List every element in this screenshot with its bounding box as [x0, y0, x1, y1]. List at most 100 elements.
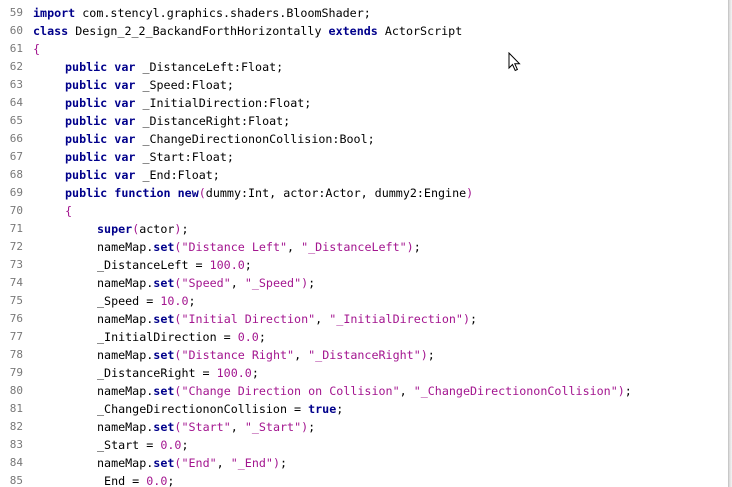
code-token: ;	[188, 294, 196, 308]
keyword-token: set	[153, 384, 175, 398]
code-line[interactable]: 59 import com.stencyl.graphics.shaders.Bl…	[0, 4, 728, 22]
code-line[interactable]: 67 public var _Start:Float;	[0, 148, 728, 166]
code-token: _InitialDirection =	[97, 330, 238, 344]
string-token: "End"	[181, 456, 217, 470]
code-line[interactable]: 74 nameMap.set("Speed", "_Speed");	[0, 274, 728, 292]
code-text: nameMap.set("Distance Right", "_Distance…	[97, 346, 435, 364]
code-text: public var _Speed:Float;	[65, 76, 234, 94]
string-token: "Change Direction on Collision"	[181, 384, 400, 398]
code-token: _Speed =	[97, 294, 161, 308]
keyword-token: public	[65, 96, 108, 110]
string-token: "_End"	[230, 456, 273, 470]
line-number: 59	[9, 6, 23, 19]
keyword-token: public	[65, 60, 108, 74]
code-token: _InitialDirection:Float;	[135, 96, 312, 110]
number-token: 0.0	[146, 474, 168, 487]
code-token: Design_2_2_BackandForthHorizontally	[68, 24, 329, 38]
code-token: ;	[167, 474, 175, 487]
string-token: "_Speed"	[244, 276, 302, 290]
code-text: _DistanceLeft = 100.0;	[97, 256, 252, 274]
keyword-token: set	[153, 276, 175, 290]
code-token: ;	[258, 330, 266, 344]
code-token: ,	[294, 348, 309, 362]
code-token: nameMap.	[97, 348, 154, 362]
code-token: nameMap.	[97, 240, 154, 254]
string-token: "_ChangeDirectiononCollision"	[413, 384, 618, 398]
code-token: ;	[181, 222, 189, 236]
code-line[interactable]: 72 nameMap.set("Distance Left", "_Distanc…	[0, 238, 728, 256]
code-line[interactable]: 61 {	[0, 40, 728, 58]
code-text: _InitialDirection = 0.0;	[97, 328, 266, 346]
string-token: "_DistanceLeft"	[301, 240, 407, 254]
code-token: ,	[287, 240, 302, 254]
code-token: _DistanceLeft:Float;	[135, 60, 284, 74]
code-editor[interactable]: 59 import com.stencyl.graphics.shaders.Bl…	[0, 4, 728, 487]
bracket-token: )	[617, 384, 625, 398]
code-text: _ChangeDirectiononCollision = true;	[97, 400, 343, 418]
code-line[interactable]: 65 public var _DistanceRight:Float;	[0, 112, 728, 130]
code-line[interactable]: 78 nameMap.set("Distance Right", "_Distan…	[0, 346, 728, 364]
keyword-token: public	[65, 168, 108, 182]
code-token: _DistanceRight:Float;	[135, 114, 291, 128]
code-token: ;	[413, 240, 421, 254]
code-token: ;	[470, 312, 478, 326]
code-line[interactable]: 63 public var _Speed:Float;	[0, 76, 728, 94]
code-line[interactable]: 75 _Speed = 10.0;	[0, 292, 728, 310]
keyword-token: super	[97, 222, 133, 236]
code-line[interactable]: 77 _InitialDirection = 0.0;	[0, 328, 728, 346]
code-line[interactable]: 82 nameMap.set("Start", "_Start");	[0, 418, 728, 436]
bracket-token: )	[272, 456, 281, 470]
code-token: nameMap.	[97, 312, 154, 326]
code-token: ;	[427, 348, 435, 362]
line-number: 68	[9, 168, 23, 181]
code-line[interactable]: 80 nameMap.set("Change Direction on Colli…	[0, 382, 728, 400]
line-number: 77	[9, 330, 23, 343]
code-text: class Design_2_2_BackandForthHorizontall…	[33, 22, 462, 40]
code-line[interactable]: 66 public var _ChangeDirectiononCollision…	[0, 130, 728, 148]
keyword-token: var	[114, 78, 136, 92]
code-token: ,	[230, 420, 245, 434]
keyword-token: class	[33, 24, 69, 38]
keyword-token: set	[153, 348, 175, 362]
keyword-token: set	[153, 420, 175, 434]
code-token: _DistanceRight =	[97, 366, 217, 380]
code-line[interactable]: 68 public var _End:Float;	[0, 166, 728, 184]
code-text: nameMap.set("Distance Left", "_DistanceL…	[97, 238, 421, 256]
string-token: "Start"	[181, 420, 231, 434]
code-token: _Start =	[97, 438, 161, 452]
number-token: 0.0	[160, 438, 182, 452]
keyword-token: function	[114, 186, 171, 200]
line-number: 71	[9, 222, 23, 235]
code-line[interactable]: 71 super(actor);	[0, 220, 728, 238]
string-token: "_InitialDirection"	[329, 312, 463, 326]
code-line[interactable]: 83 _Start = 0.0;	[0, 436, 728, 454]
code-text: public var _ChangeDirectiononCollision:B…	[65, 130, 375, 148]
code-text: public var _DistanceLeft:Float;	[65, 58, 283, 76]
string-token: "Distance Left"	[181, 240, 288, 254]
code-text: super(actor);	[97, 220, 189, 238]
code-token: ;	[251, 366, 259, 380]
code-token: _Start:Float;	[135, 150, 234, 164]
code-line[interactable]: 60 class Design_2_2_BackandForthHorizonta…	[0, 22, 728, 40]
line-number: 80	[9, 384, 23, 397]
keyword-token: set	[153, 456, 175, 470]
code-token: ,	[315, 312, 330, 326]
code-line[interactable]: 76 nameMap.set("Initial Direction", "_Ini…	[0, 310, 728, 328]
number-token: 100.0	[209, 258, 245, 272]
code-line[interactable]: 84 nameMap.set("End", "_End");	[0, 454, 728, 472]
code-line[interactable]: 73 _DistanceLeft = 100.0;	[0, 256, 728, 274]
code-line[interactable]: 81 _ChangeDirectiononCollision = true;	[0, 400, 728, 418]
line-number: 76	[9, 312, 23, 325]
code-text: _Start = 0.0;	[97, 436, 189, 454]
code-line[interactable]: 64 public var _InitialDirection:Float;	[0, 94, 728, 112]
code-line[interactable]: 69 public function new(dummy:Int, actor:A…	[0, 184, 728, 202]
code-line[interactable]: 85 _End = 0.0;	[0, 472, 728, 487]
string-token: "Initial Direction"	[181, 312, 316, 326]
string-token: "_DistanceRight"	[308, 348, 421, 362]
line-number: 78	[9, 348, 23, 361]
code-line[interactable]: 62 public var _DistanceLeft:Float;	[0, 58, 728, 76]
code-line[interactable]: 79 _DistanceRight = 100.0;	[0, 364, 728, 382]
code-line[interactable]: 70 {	[0, 202, 728, 220]
keyword-token: extends	[328, 24, 378, 38]
